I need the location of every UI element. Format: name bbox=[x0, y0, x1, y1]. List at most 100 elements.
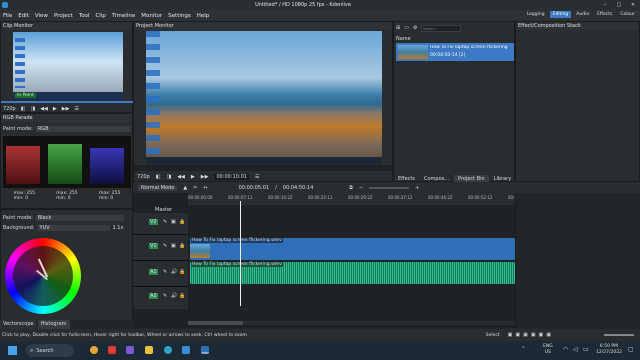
bin-folder-icon[interactable]: ▭ bbox=[404, 25, 409, 31]
v1-lock-icon[interactable]: 🔒 bbox=[179, 243, 185, 249]
pm-in-point-icon[interactable]: ◧ bbox=[156, 174, 161, 180]
project-monitor-zoom[interactable]: 720p bbox=[137, 174, 150, 180]
v2-lock-icon[interactable]: 🔒 bbox=[179, 219, 185, 225]
ruler-tick-label: 00:00:22:11 bbox=[308, 195, 333, 200]
playhead[interactable] bbox=[240, 201, 241, 306]
v1-effect-icon[interactable]: ✎ bbox=[163, 243, 167, 249]
clip-in-point-icon[interactable]: ◧ bbox=[21, 106, 26, 112]
pm-play-icon[interactable]: ▶ bbox=[191, 174, 195, 180]
menu-edit[interactable]: Edit bbox=[18, 13, 29, 19]
battery-icon[interactable]: ▭ bbox=[583, 346, 589, 353]
clip-play-icon[interactable]: ▶ bbox=[53, 106, 57, 112]
v2-mute-icon[interactable]: ✎ bbox=[163, 219, 167, 225]
a1-speaker-icon[interactable]: 🔊 bbox=[171, 269, 177, 275]
file-explorer-icon[interactable] bbox=[145, 346, 153, 354]
razor-tool-icon[interactable]: ✂ bbox=[193, 185, 197, 191]
zoom-in-icon[interactable]: + bbox=[415, 185, 419, 191]
a2-lock-icon[interactable]: 🔒 bbox=[179, 293, 185, 299]
audio-clip[interactable]: How To Fix laptop screen flickering.wmv bbox=[190, 262, 515, 284]
taskbar-clock[interactable]: 6:50 PM 12/27/2022 bbox=[596, 344, 622, 356]
v1-hide-icon[interactable]: ▣ bbox=[171, 243, 176, 249]
store-icon[interactable] bbox=[126, 346, 134, 354]
workspace-audio[interactable]: Audio bbox=[573, 11, 592, 18]
wifi-icon[interactable]: ◠ bbox=[563, 346, 568, 353]
video-clip[interactable]: How To Fix laptop screen flickering.wmv bbox=[190, 238, 515, 260]
clip-menu-icon[interactable]: ☰ bbox=[74, 106, 78, 112]
clip-out-point-icon[interactable]: ◨ bbox=[30, 106, 35, 112]
tab-vectorscope[interactable]: Vectorscope bbox=[0, 320, 37, 329]
close-button[interactable]: ✕ bbox=[626, 2, 640, 8]
clip-monitor-progress[interactable] bbox=[1, 101, 134, 103]
workspace-colour[interactable]: Colour bbox=[617, 11, 638, 18]
bin-add-clip-icon[interactable]: ⊞ bbox=[396, 25, 400, 31]
in-point-overlay: In Point bbox=[15, 93, 36, 98]
paint-mode-select[interactable]: RGB bbox=[35, 126, 131, 132]
tab-histogram[interactable]: Histogram bbox=[37, 320, 70, 329]
clip-forward-icon[interactable]: ▶▶ bbox=[62, 106, 70, 112]
mode-dropdown[interactable]: Normal Mode bbox=[138, 184, 178, 191]
windows-start-icon[interactable] bbox=[8, 346, 17, 355]
volume-icon[interactable]: ◁ bbox=[573, 346, 578, 353]
workspace-logging[interactable]: Logging bbox=[524, 11, 548, 18]
track-header-a2: A2 ✎ 🔊 🔒 bbox=[133, 287, 188, 309]
status-zoom-slider[interactable] bbox=[604, 334, 634, 336]
title-bar: Untitled* / HD 1080p 25 fps - Kdenlive –… bbox=[0, 0, 640, 10]
project-monitor-timeline[interactable] bbox=[134, 165, 392, 171]
bin-search-input[interactable] bbox=[421, 24, 462, 32]
menu-tool[interactable]: Tool bbox=[79, 13, 90, 19]
zoom-slider[interactable] bbox=[369, 186, 410, 189]
timeline-position[interactable]: 00:00:05:01 bbox=[239, 185, 270, 191]
a2-speaker-icon[interactable]: 🔊 bbox=[171, 293, 177, 299]
workspace-editing[interactable]: Editing bbox=[549, 11, 572, 18]
clip-rewind-icon[interactable]: ◀◀ bbox=[40, 106, 48, 112]
zoom-out-icon[interactable]: − bbox=[359, 185, 363, 191]
menu-settings[interactable]: Settings bbox=[168, 13, 191, 19]
vectorscope-wheel bbox=[5, 238, 81, 314]
project-monitor-view[interactable] bbox=[146, 31, 382, 164]
a1-lock-icon[interactable]: 🔒 bbox=[179, 269, 185, 275]
menu-file[interactable]: File bbox=[3, 13, 12, 19]
mail-icon[interactable] bbox=[182, 346, 190, 354]
minimize-button[interactable]: – bbox=[598, 2, 612, 8]
clip-monitor-zoom[interactable]: 720p bbox=[3, 106, 16, 112]
kdenlive-taskbar-icon[interactable] bbox=[201, 346, 209, 354]
language-indicator[interactable]: ENG US bbox=[543, 344, 553, 356]
menu-view[interactable]: View bbox=[35, 13, 48, 19]
chrome-icon[interactable] bbox=[90, 346, 98, 354]
snap-icon[interactable]: ⧉ bbox=[349, 185, 353, 191]
bin-item[interactable]: How To Fix laptop screen flickering 00:0… bbox=[396, 43, 514, 61]
pm-out-point-icon[interactable]: ◨ bbox=[166, 174, 171, 180]
pm-menu-icon[interactable]: ☰ bbox=[255, 174, 259, 180]
select-tool-icon[interactable]: ▲ bbox=[183, 185, 187, 191]
youtube-icon[interactable] bbox=[108, 346, 116, 354]
menu-timeline[interactable]: Timeline bbox=[112, 13, 135, 19]
pm-rewind-icon[interactable]: ◀◀ bbox=[177, 174, 185, 180]
notification-icon[interactable]: ▢ bbox=[628, 346, 634, 353]
taskbar-search[interactable]: ⌕ Search bbox=[26, 344, 74, 357]
edge-icon[interactable] bbox=[164, 346, 172, 354]
timeline-ruler[interactable]: 00:00:00:00 00:00:07:11 00:00:14:22 00:00:2… bbox=[188, 193, 526, 205]
vs-background-select[interactable]: YUV bbox=[37, 225, 110, 231]
timeline-scrollbar[interactable] bbox=[188, 321, 515, 325]
menu-project[interactable]: Project bbox=[54, 13, 73, 19]
clip-monitor-toolbar: 720p ◧ ◨ ◀◀ ▶ ▶▶ ☰ bbox=[3, 104, 132, 113]
ruler-tick-label: 00:00:00:00 bbox=[188, 195, 213, 200]
rgb-parade-panel: RGB Parade Paint mode: RGB max: 255 min: … bbox=[0, 113, 133, 209]
maximize-button[interactable]: □ bbox=[612, 2, 626, 8]
menu-clip[interactable]: Clip bbox=[95, 13, 105, 19]
ruler-tick-label: 00:00:14:22 bbox=[268, 195, 293, 200]
vs-paint-mode-select[interactable]: Black bbox=[35, 215, 124, 221]
a2-effect-icon[interactable]: ✎ bbox=[163, 293, 167, 299]
rgb-parade-title: RGB Parade bbox=[1, 114, 132, 122]
bin-settings-icon[interactable]: ⚙ bbox=[413, 25, 417, 31]
v2-hide-icon[interactable]: ▣ bbox=[171, 219, 176, 225]
spacer-tool-icon[interactable]: ↔ bbox=[203, 185, 207, 191]
clip-monitor-view[interactable]: In Point bbox=[13, 32, 123, 100]
menu-monitor[interactable]: Monitor bbox=[141, 13, 162, 19]
pm-timecode[interactable]: 00:00:10:01 bbox=[214, 173, 249, 180]
pm-forward-icon[interactable]: ▶▶ bbox=[201, 174, 209, 180]
workspace-effects[interactable]: Effects bbox=[594, 11, 615, 18]
a1-effect-icon[interactable]: ✎ bbox=[163, 269, 167, 275]
tray-chevron-icon[interactable]: ˄ bbox=[522, 346, 525, 353]
menu-help[interactable]: Help bbox=[197, 13, 210, 19]
